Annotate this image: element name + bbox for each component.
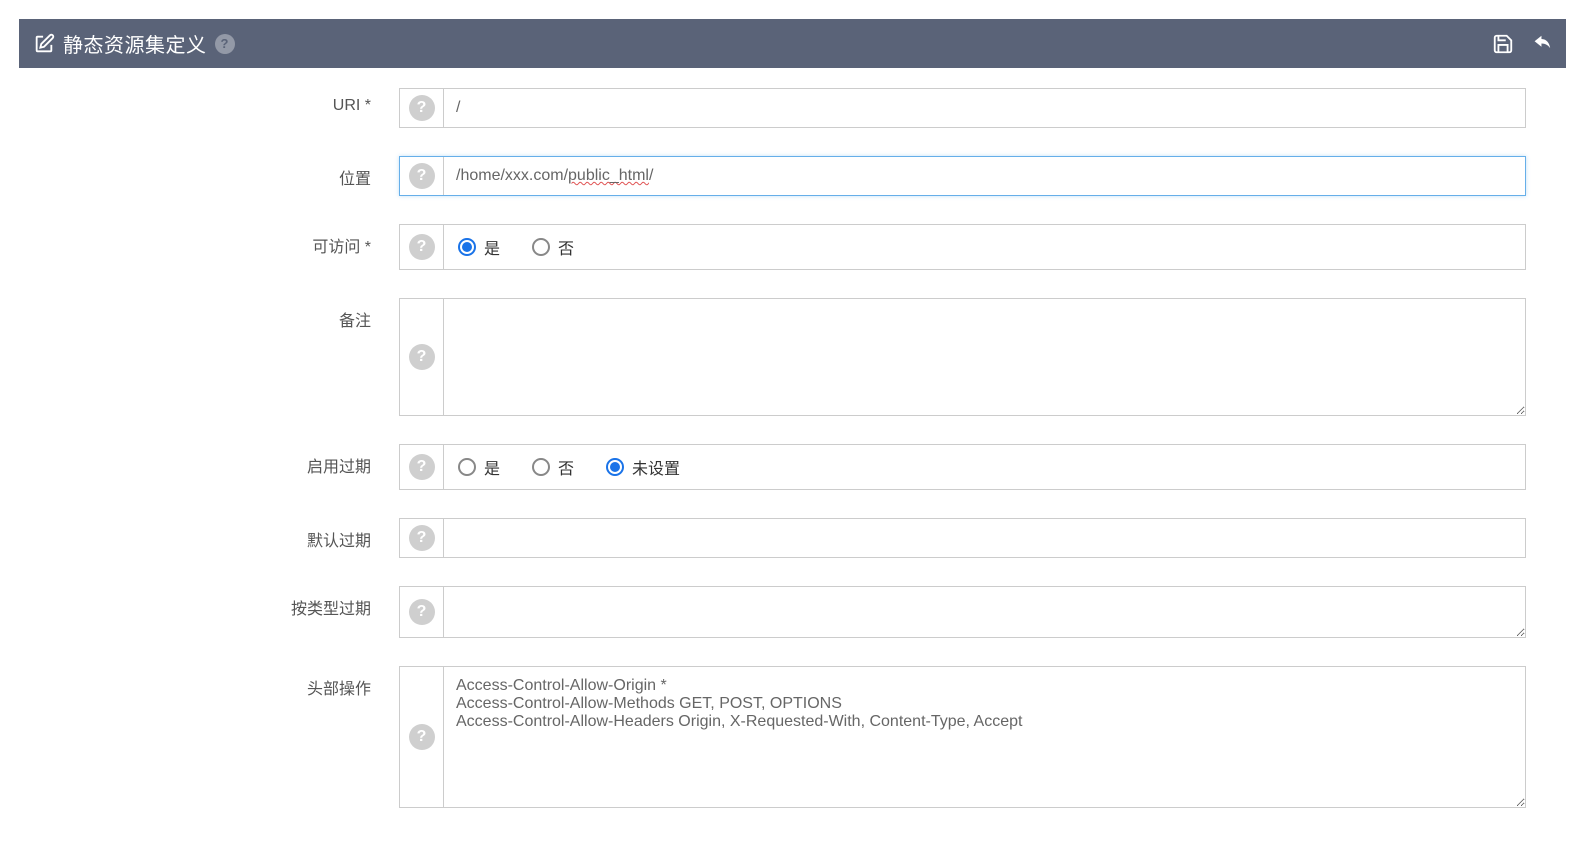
radio-label: 未设置: [632, 455, 680, 479]
label-note: 备注: [19, 298, 399, 331]
input-wrap-location: ? /home/xxx.com/public_html/: [399, 156, 1526, 196]
help-slot: ?: [400, 587, 444, 637]
field-slot: [444, 519, 1525, 557]
expire-by-type-textarea[interactable]: [444, 587, 1525, 637]
panel: 静态资源集定义 ? URI * ?: [18, 18, 1567, 867]
radio-label: 是: [484, 455, 500, 479]
field-slot: 是 否 未设置: [444, 445, 1525, 489]
radio-label: 是: [484, 235, 500, 259]
label-expire-by-type: 按类型过期: [19, 586, 399, 619]
help-icon[interactable]: ?: [409, 724, 435, 750]
radio-icon: [532, 458, 550, 476]
expire-unset-radio[interactable]: 未设置: [606, 455, 680, 479]
row-default-expire: 默认过期 ?: [19, 518, 1566, 558]
row-note: 备注 ?: [19, 298, 1566, 416]
panel-heading-right: [1492, 33, 1552, 55]
expire-yes-radio[interactable]: 是: [458, 455, 500, 479]
enable-expire-radio-group: 是 否 未设置: [444, 445, 694, 489]
radio-label: 否: [558, 235, 574, 259]
help-icon[interactable]: ?: [409, 163, 435, 189]
help-icon[interactable]: ?: [215, 34, 235, 54]
field-slot: 是 否: [444, 225, 1525, 269]
field-slot: [444, 89, 1525, 127]
field-slot: /home/xxx.com/public_html/: [444, 157, 1525, 195]
location-prefix: /home/xxx.com/: [456, 167, 568, 184]
label-location: 位置: [19, 156, 399, 189]
input-wrap-default-expire: ?: [399, 518, 1526, 558]
row-accessible: 可访问 * ? 是 否: [19, 224, 1566, 270]
input-wrap-header-ops: ?: [399, 666, 1526, 808]
accessible-no-radio[interactable]: 否: [532, 235, 574, 259]
row-header-ops: 头部操作 ?: [19, 666, 1566, 808]
input-wrap-note: ?: [399, 298, 1526, 416]
radio-icon: [606, 458, 624, 476]
help-slot: ?: [400, 445, 444, 489]
edit-icon: [33, 33, 55, 55]
label-accessible: 可访问 *: [19, 224, 399, 257]
location-input[interactable]: /home/xxx.com/public_html/: [444, 157, 1525, 195]
help-slot: ?: [400, 89, 444, 127]
help-slot: ?: [400, 157, 444, 195]
field-slot: [444, 299, 1525, 415]
input-wrap-expire-by-type: ?: [399, 586, 1526, 638]
row-enable-expire: 启用过期 ? 是 否 未设: [19, 444, 1566, 490]
row-location: 位置 ? /home/xxx.com/public_html/: [19, 156, 1566, 196]
label-enable-expire: 启用过期: [19, 444, 399, 477]
input-wrap-accessible: ? 是 否: [399, 224, 1526, 270]
help-icon[interactable]: ?: [409, 525, 435, 551]
note-textarea[interactable]: [444, 299, 1525, 415]
help-slot: ?: [400, 667, 444, 807]
uri-input[interactable]: [444, 89, 1525, 127]
help-icon[interactable]: ?: [409, 454, 435, 480]
label-default-expire: 默认过期: [19, 518, 399, 551]
radio-icon: [458, 238, 476, 256]
header-ops-textarea[interactable]: [444, 667, 1525, 807]
panel-body: URI * ? 位置 ? /home/xxx.com/public_html/ …: [19, 68, 1566, 866]
field-slot: [444, 667, 1525, 807]
input-wrap-uri: ?: [399, 88, 1526, 128]
panel-title: 静态资源集定义: [63, 29, 207, 58]
radio-icon: [532, 238, 550, 256]
help-icon[interactable]: ?: [409, 344, 435, 370]
row-uri: URI * ?: [19, 88, 1566, 128]
help-icon[interactable]: ?: [409, 599, 435, 625]
field-slot: [444, 587, 1525, 637]
label-uri: URI *: [19, 88, 399, 115]
row-expire-by-type: 按类型过期 ?: [19, 586, 1566, 638]
expire-no-radio[interactable]: 否: [532, 455, 574, 479]
help-slot: ?: [400, 299, 444, 415]
back-button[interactable]: [1530, 33, 1552, 55]
help-icon[interactable]: ?: [409, 95, 435, 121]
radio-icon: [458, 458, 476, 476]
input-wrap-enable-expire: ? 是 否 未设置: [399, 444, 1526, 490]
help-icon[interactable]: ?: [409, 234, 435, 260]
help-slot: ?: [400, 519, 444, 557]
location-suffix: /: [649, 167, 653, 184]
radio-label: 否: [558, 455, 574, 479]
help-slot: ?: [400, 225, 444, 269]
accessible-yes-radio[interactable]: 是: [458, 235, 500, 259]
default-expire-input[interactable]: [444, 519, 1525, 557]
location-misspelled: public_html: [568, 167, 649, 184]
label-header-ops: 头部操作: [19, 666, 399, 699]
accessible-radio-group: 是 否: [444, 225, 588, 269]
panel-heading: 静态资源集定义 ?: [19, 19, 1566, 68]
save-button[interactable]: [1492, 33, 1514, 55]
panel-heading-left: 静态资源集定义 ?: [33, 29, 235, 58]
